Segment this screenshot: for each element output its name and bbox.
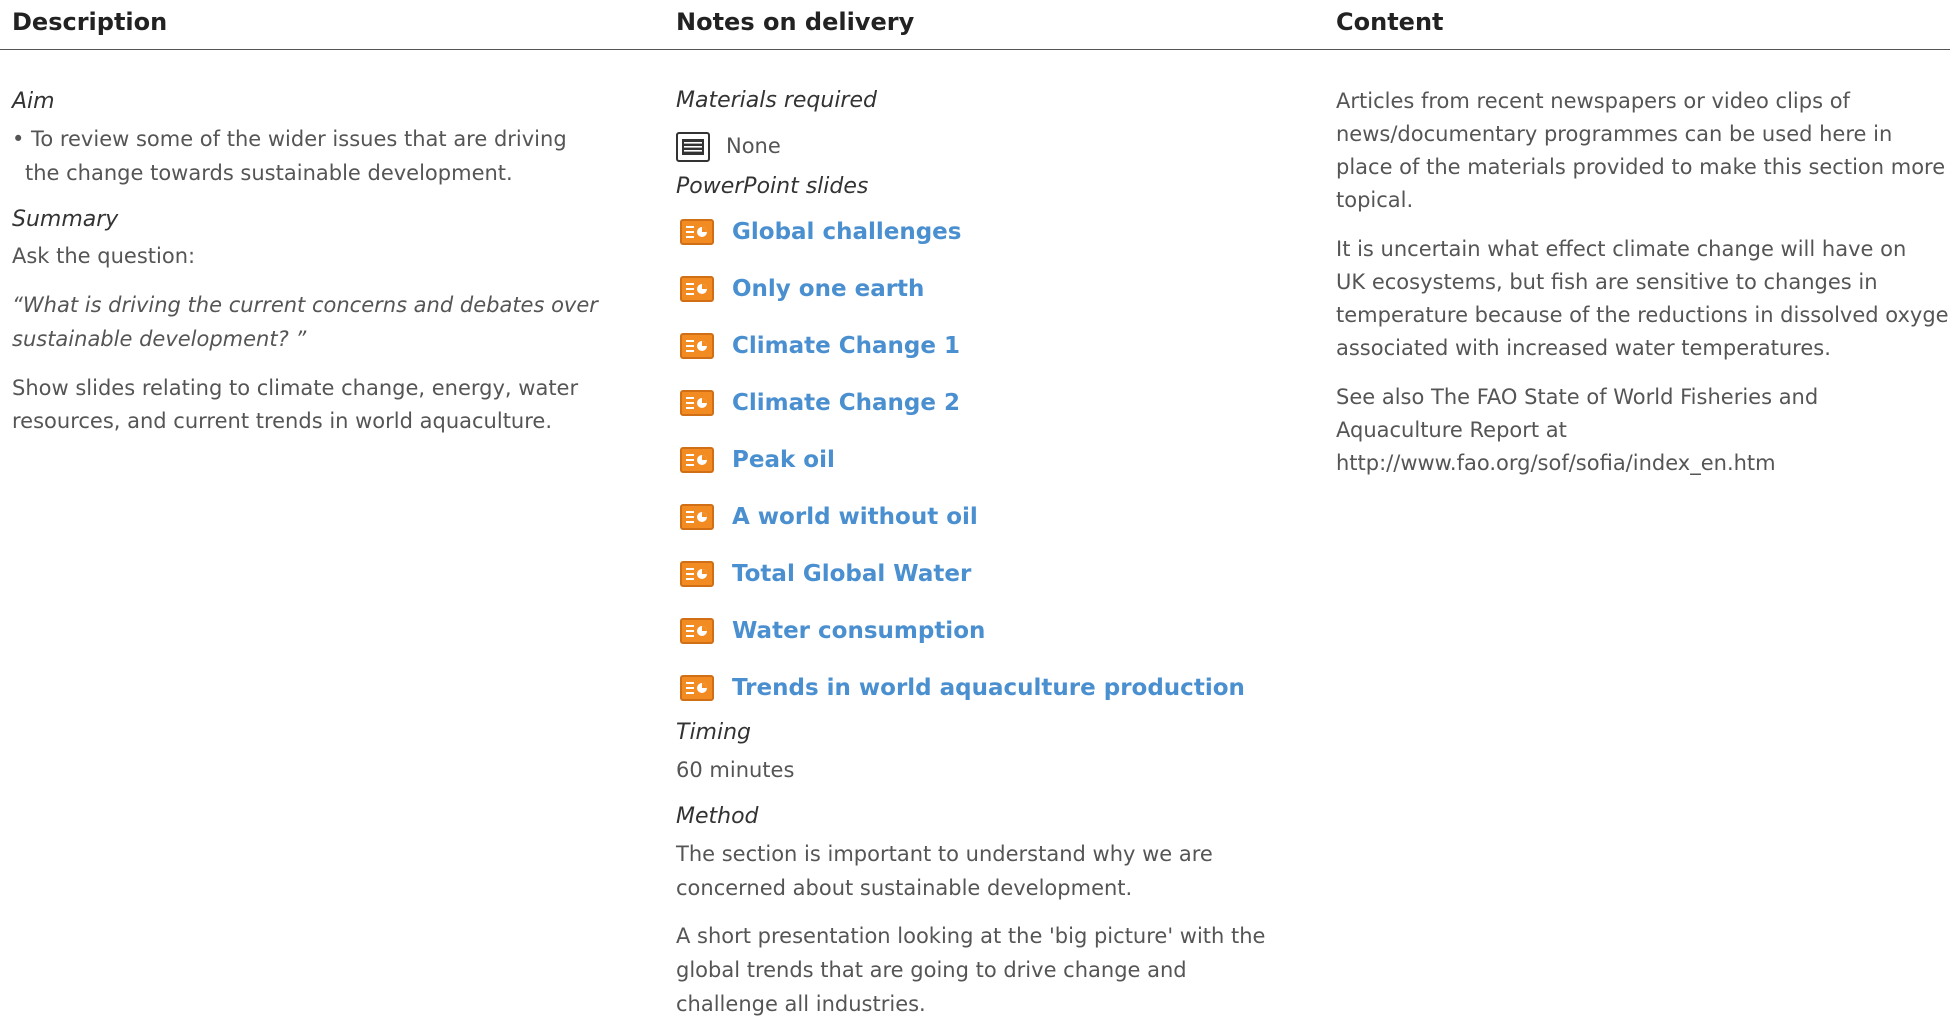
slide-link[interactable]: A world without oil xyxy=(732,504,978,530)
slide-link[interactable]: Trends in world aquaculture production xyxy=(732,675,1245,701)
content-p1-line3: place of the materials provided to make … xyxy=(1336,155,1946,179)
method-p1-line1: The section is important to understand w… xyxy=(676,842,1213,866)
summary-heading: Summary xyxy=(12,207,119,232)
powerpoint-slide-icon xyxy=(680,446,714,473)
powerpoint-slide-icon xyxy=(680,560,714,587)
powerpoint-slide-icon xyxy=(680,332,714,359)
slide-item[interactable]: Peak oil xyxy=(680,431,1245,488)
slide-link[interactable]: Global challenges xyxy=(732,219,961,245)
document-icon xyxy=(676,131,710,162)
slide-link[interactable]: Climate Change 2 xyxy=(732,390,960,416)
materials-heading: Materials required xyxy=(676,88,877,113)
question-line1: “What is driving the current concerns an… xyxy=(12,293,598,317)
method-p1-line2: concerned about sustainable development. xyxy=(676,876,1133,900)
powerpoint-slide-icon xyxy=(680,503,714,530)
slide-item[interactable]: Total Global Water xyxy=(680,545,1245,602)
slide-item[interactable]: Trends in world aquaculture production xyxy=(680,659,1245,716)
materials-value: None xyxy=(726,134,781,158)
content-p2-line1: It is uncertain what effect climate chan… xyxy=(1336,237,1907,261)
method-heading: Method xyxy=(676,804,759,829)
content-p3-line3: http://www.fao.org/sof/sofia/index_en.ht… xyxy=(1336,451,1776,475)
slide-item[interactable]: Only one earth xyxy=(680,260,1245,317)
slide-link[interactable]: Water consumption xyxy=(732,618,985,644)
timing-value: 60 minutes xyxy=(676,758,795,782)
slide-link[interactable]: Total Global Water xyxy=(732,561,971,587)
powerpoint-slide-icon xyxy=(680,275,714,302)
powerpoint-slide-icon xyxy=(680,674,714,701)
slides-heading: PowerPoint slides xyxy=(676,174,869,199)
method-p2-line2: global trends that are going to drive ch… xyxy=(676,958,1187,982)
method-p2-line3: challenge all industries. xyxy=(676,992,926,1016)
content-p1-line4: topical. xyxy=(1336,188,1414,212)
slide-item[interactable]: Climate Change 1 xyxy=(680,317,1245,374)
content-p3-line1: See also The FAO State of World Fisherie… xyxy=(1336,385,1819,409)
content-p2-line2: UK ecosystems, but fish are sensitive to… xyxy=(1336,270,1878,294)
content-p3-line2: Aquaculture Report at xyxy=(1336,418,1567,442)
slide-item[interactable]: Global challenges xyxy=(680,203,1245,260)
powerpoint-slide-icon xyxy=(680,218,714,245)
slide-item[interactable]: A world without oil xyxy=(680,488,1245,545)
notes-header: Notes on delivery xyxy=(676,8,915,36)
content-p2-line4: associated with increased water temperat… xyxy=(1336,336,1831,360)
question-line2: sustainable development? ” xyxy=(12,327,307,351)
timing-heading: Timing xyxy=(676,720,752,745)
materials-row: None xyxy=(676,130,781,163)
powerpoint-slide-icon xyxy=(680,389,714,416)
content-p1-line1: Articles from recent newspapers or video… xyxy=(1336,89,1850,113)
slide-item[interactable]: Climate Change 2 xyxy=(680,374,1245,431)
slide-link[interactable]: Climate Change 1 xyxy=(732,333,960,359)
description-header: Description xyxy=(12,8,168,36)
show-line2: resources, and current trends in world a… xyxy=(12,409,553,433)
slide-list: Global challenges Only one earth Climate C… xyxy=(680,203,1245,716)
content-header: Content xyxy=(1336,8,1444,36)
aim-heading: Aim xyxy=(12,89,55,114)
show-line1: Show slides relating to climate change, … xyxy=(12,376,579,400)
ask-text: Ask the question: xyxy=(12,244,196,268)
content-p2-line3: temperature because of the reductions in… xyxy=(1336,303,1950,327)
header-rule xyxy=(0,49,1950,50)
powerpoint-slide-icon xyxy=(680,617,714,644)
aim-bullet-line2: the change towards sustainable developme… xyxy=(25,161,513,185)
slide-link[interactable]: Only one earth xyxy=(732,276,924,302)
aim-bullet-line1: • To review some of the wider issues tha… xyxy=(12,127,567,151)
slide-item[interactable]: Water consumption xyxy=(680,602,1245,659)
slide-link[interactable]: Peak oil xyxy=(732,447,835,473)
method-p2-line1: A short presentation looking at the 'big… xyxy=(676,924,1266,948)
content-p1-line2: news/documentary programmes can be used … xyxy=(1336,122,1893,146)
